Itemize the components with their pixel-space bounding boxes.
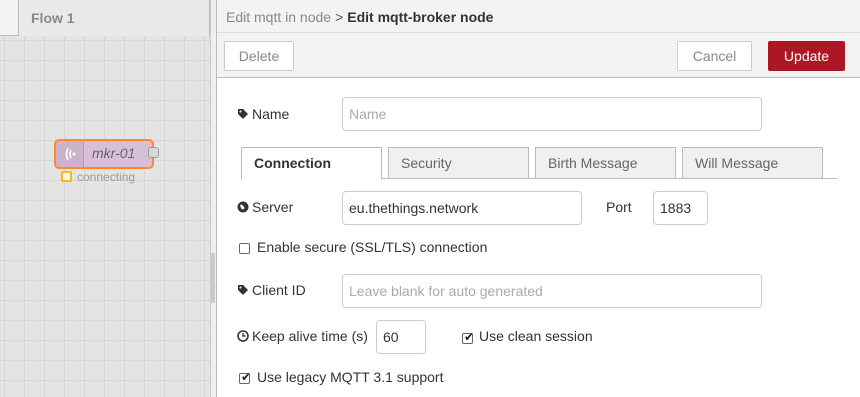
tag-icon: [237, 283, 248, 295]
cancel-button[interactable]: Cancel: [677, 41, 752, 71]
keepalive-label: Keep alive time (s): [252, 328, 368, 344]
breadcrumb-previous[interactable]: Edit mqtt in node: [226, 9, 331, 25]
breadcrumb-current: Edit mqtt-broker node: [347, 9, 494, 25]
edit-tray: Edit mqtt in node > Edit mqtt-broker node …: [216, 0, 860, 397]
check-icon: ✔: [241, 370, 252, 384]
clock-icon: [237, 329, 249, 342]
keepalive-input[interactable]: [376, 320, 426, 354]
config-tabs: Connection Security Birth Message Will M…: [241, 147, 837, 180]
clean-session-checkbox[interactable]: ✔: [462, 330, 475, 344]
name-label: Name: [252, 106, 290, 122]
secure-label: Enable secure (SSL/TLS) connection: [257, 239, 488, 255]
server-label-row: Server: [237, 199, 293, 215]
check-icon: ✔: [464, 330, 475, 344]
secure-checkbox[interactable]: [239, 243, 250, 254]
keepalive-label-row: Keep alive time (s): [237, 328, 368, 344]
flow-canvas[interactable]: [0, 36, 210, 397]
workspace-tabbar: Flow 1: [0, 0, 210, 36]
server-label: Server: [252, 199, 294, 215]
tray-toolbar: Delete Cancel Update: [217, 33, 860, 78]
workspace: Flow 1 mkr-01 connecting: [0, 0, 210, 397]
wifi-icon: [56, 141, 84, 167]
tab-flow-1[interactable]: Flow 1: [18, 0, 210, 36]
delete-button[interactable]: Delete: [224, 41, 294, 71]
tab-connection[interactable]: Connection: [241, 147, 382, 180]
client-id-label-row: Client ID: [237, 282, 306, 298]
tab-security[interactable]: Security: [388, 147, 529, 179]
update-button[interactable]: Update: [768, 41, 845, 71]
splitter-handle[interactable]: [211, 253, 215, 303]
globe-icon: [237, 200, 249, 213]
legacy-label: Use legacy MQTT 3.1 support: [257, 369, 444, 385]
breadcrumb: Edit mqtt in node > Edit mqtt-broker node: [226, 9, 493, 25]
name-input[interactable]: [342, 97, 762, 131]
tray-header: Edit mqtt in node > Edit mqtt-broker node: [217, 0, 860, 33]
status-icon: [61, 171, 72, 182]
port-label: Port: [606, 199, 632, 215]
tag-icon: [237, 107, 248, 119]
clean-session-label: Use clean session: [479, 328, 593, 344]
client-id-input[interactable]: [342, 274, 762, 308]
node-label: mkr-01: [92, 145, 136, 161]
mqtt-node[interactable]: mkr-01: [54, 139, 154, 169]
tab-will-message[interactable]: Will Message: [682, 147, 823, 179]
node-output-port[interactable]: [148, 147, 159, 158]
port-input[interactable]: [653, 191, 708, 225]
legacy-checkbox[interactable]: ✔: [239, 370, 252, 384]
node-status: connecting: [77, 170, 136, 184]
breadcrumb-separator: >: [335, 9, 344, 25]
server-input[interactable]: [342, 191, 582, 225]
flow-tab-label: Flow 1: [31, 10, 75, 26]
name-label-row: Name: [237, 106, 289, 122]
client-id-label: Client ID: [252, 282, 306, 298]
tab-birth-message[interactable]: Birth Message: [535, 147, 676, 179]
